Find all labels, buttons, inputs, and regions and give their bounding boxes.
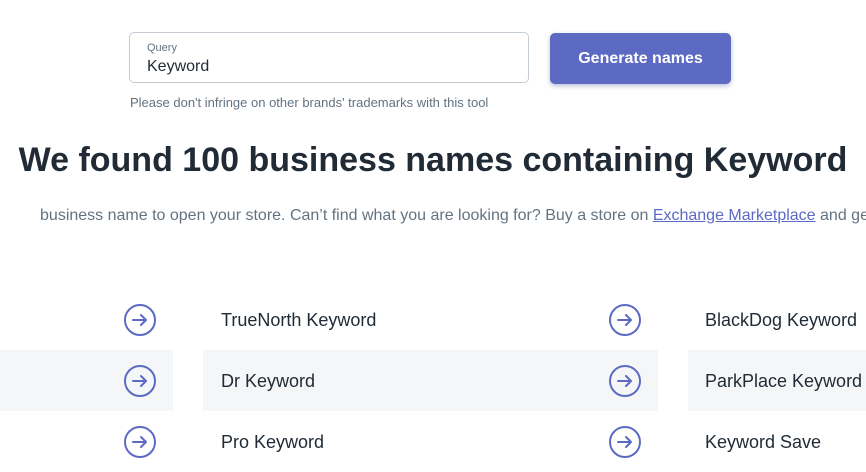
results-headline: We found 100 business names containing K… (18, 141, 848, 179)
arrow-right-circle-icon[interactable] (124, 365, 156, 397)
arrow-right-circle-icon[interactable] (609, 426, 641, 458)
business-name-item[interactable]: Keyword Save (705, 432, 821, 453)
generate-names-button[interactable]: Generate names (550, 33, 731, 84)
arrow-right-circle-icon[interactable] (124, 426, 156, 458)
arrow-right-circle-icon[interactable] (609, 304, 641, 336)
subtitle-text-start: business name to open your store. Can’t … (40, 207, 653, 224)
exchange-marketplace-link[interactable]: Exchange Marketplace (653, 207, 816, 224)
subtitle-text-end: and get a he (820, 207, 866, 224)
business-name-item[interactable]: Pro Keyword (221, 432, 324, 453)
arrow-right-circle-icon[interactable] (124, 304, 156, 336)
business-name-item[interactable]: ParkPlace Keyword (705, 371, 862, 392)
query-field[interactable]: Query Keyword (129, 32, 529, 83)
business-name-item[interactable]: TrueNorth Keyword (221, 310, 376, 331)
results-subtitle: business name to open your store. Can’t … (40, 207, 866, 225)
arrow-right-circle-icon[interactable] (609, 365, 641, 397)
trademark-disclaimer: Please don't infringe on other brands' t… (130, 95, 489, 110)
query-input[interactable]: Keyword (147, 58, 209, 76)
business-name-item[interactable]: BlackDog Keyword (705, 310, 857, 331)
query-label: Query (147, 42, 177, 54)
business-name-item[interactable]: Dr Keyword (221, 371, 315, 392)
